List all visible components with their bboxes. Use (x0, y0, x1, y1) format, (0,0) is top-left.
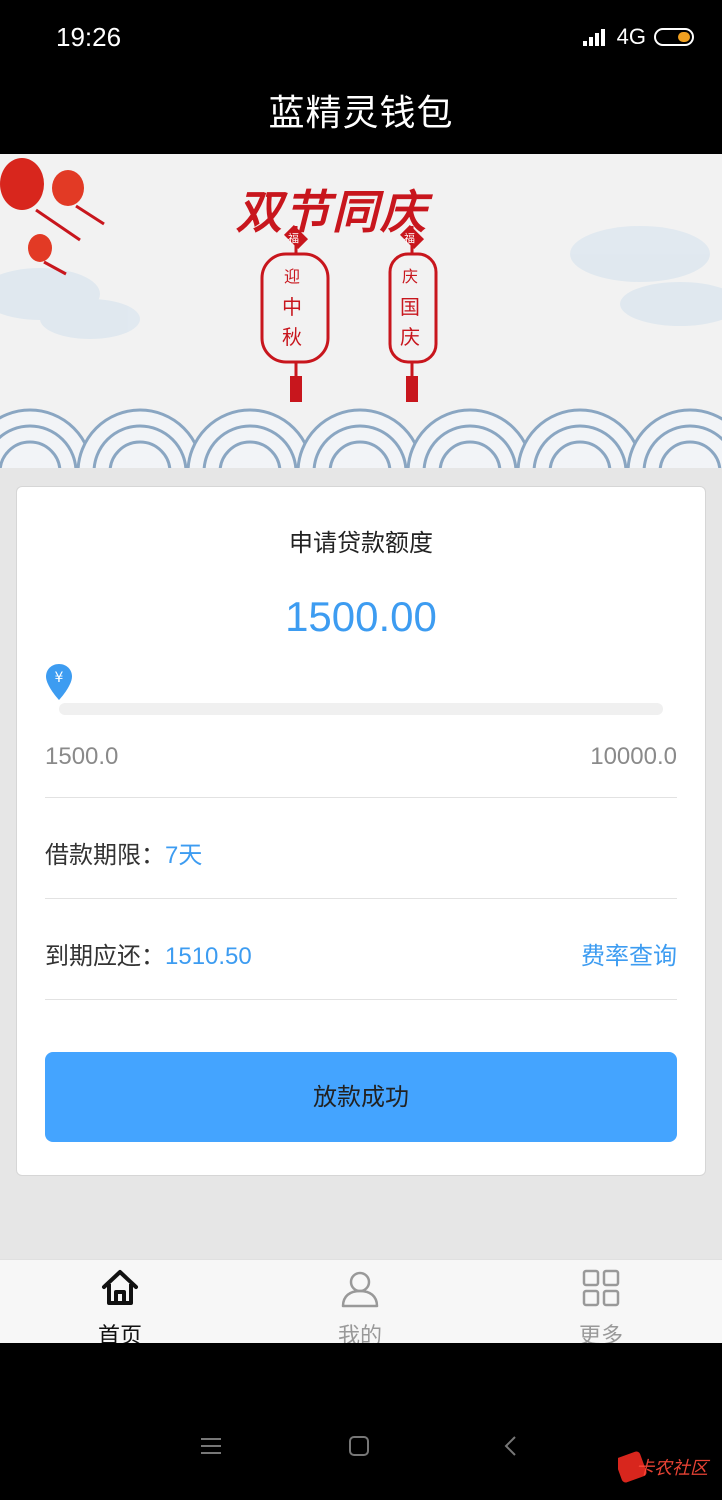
system-navigation-bar: 卡农社区 (0, 1343, 722, 1500)
main-content: 双节同庆 福 福 迎 中 秋 庆 国 庆 申请贷款额度 1500.00 ¥ 15… (0, 154, 722, 1259)
status-bar: 19:26 4G (0, 0, 722, 80)
tab-home-label: 首页 (97, 1324, 142, 1343)
user-icon (341, 1271, 379, 1308)
loan-amount: 1500.00 (285, 593, 437, 640)
yuan-marker-icon[interactable]: ¥ (45, 663, 73, 701)
lantern-right-char: 庆 (401, 267, 418, 286)
red-lantern-icon (0, 158, 105, 276)
signal-icon (582, 28, 609, 46)
app-title: 蓝精灵钱包 (268, 93, 454, 134)
home-button-icon[interactable] (346, 1433, 372, 1459)
svg-text:卡农社区: 卡农社区 (636, 1458, 711, 1479)
lantern-right-char: 国 (400, 295, 420, 319)
tab-more[interactable]: 更多 (541, 1268, 661, 1343)
battery-icon (654, 28, 694, 46)
lantern-left-text: 迎 中 秋 (282, 262, 302, 352)
due-amount-row: 到期应还：1510.50 (45, 936, 252, 971)
due-amount-value: 1510.50 (165, 943, 252, 970)
tab-mine[interactable]: 我的 (300, 1268, 420, 1343)
divider (45, 797, 677, 798)
tab-more-label: 更多 (578, 1324, 623, 1343)
festival-banner[interactable]: 双节同庆 福 福 迎 中 秋 庆 国 庆 (0, 154, 722, 468)
banner-headline: 双节同庆 (236, 185, 428, 239)
loan-term-label: 借款期限： (45, 841, 165, 869)
divider (45, 898, 677, 899)
slider-max-label: 10000.0 (590, 743, 677, 770)
app-header: 蓝精灵钱包 (0, 80, 722, 154)
lantern-right-top: 福 (404, 232, 415, 245)
lantern-left-char: 迎 (283, 267, 300, 286)
loan-card: 申请贷款额度 1500.00 ¥ 1500.0 10000.0 借款期限：7天 … (16, 486, 706, 1176)
back-icon[interactable] (498, 1433, 524, 1459)
home-icon (102, 1270, 138, 1305)
status-icons: 4G (582, 24, 694, 50)
slider-min-label: 1500.0 (45, 743, 119, 770)
svg-text:¥: ¥ (55, 670, 64, 686)
tab-mine-label: 我的 (337, 1324, 382, 1343)
lantern-left-char: 秋 (282, 325, 302, 349)
lantern-left-char: 中 (282, 295, 302, 319)
status-time: 19:26 (56, 22, 122, 52)
tab-home[interactable]: 首页 (60, 1268, 180, 1343)
bottom-tab-bar: 首页 我的 更多 (0, 1259, 722, 1343)
network-type: 4G (616, 24, 646, 49)
loan-term-value: 7天 (165, 842, 203, 869)
menu-icon[interactable] (198, 1433, 224, 1459)
loan-card-title: 申请贷款额度 (289, 529, 433, 557)
disburse-button[interactable]: 放款成功 (45, 1052, 677, 1142)
lantern-right-text: 庆 国 庆 (400, 262, 420, 352)
amount-slider-track[interactable] (59, 703, 663, 715)
grid-icon (582, 1269, 620, 1307)
lantern-right-char: 庆 (400, 325, 420, 349)
due-amount-label: 到期应还： (45, 942, 165, 970)
watermark-logo-icon: 卡农社区 (618, 1451, 711, 1483)
lantern-left-top: 福 (288, 232, 299, 245)
divider (45, 999, 677, 1000)
rate-inquiry-link[interactable]: 费率查询 (581, 936, 677, 971)
loan-term-row: 借款期限：7天 (45, 835, 202, 870)
